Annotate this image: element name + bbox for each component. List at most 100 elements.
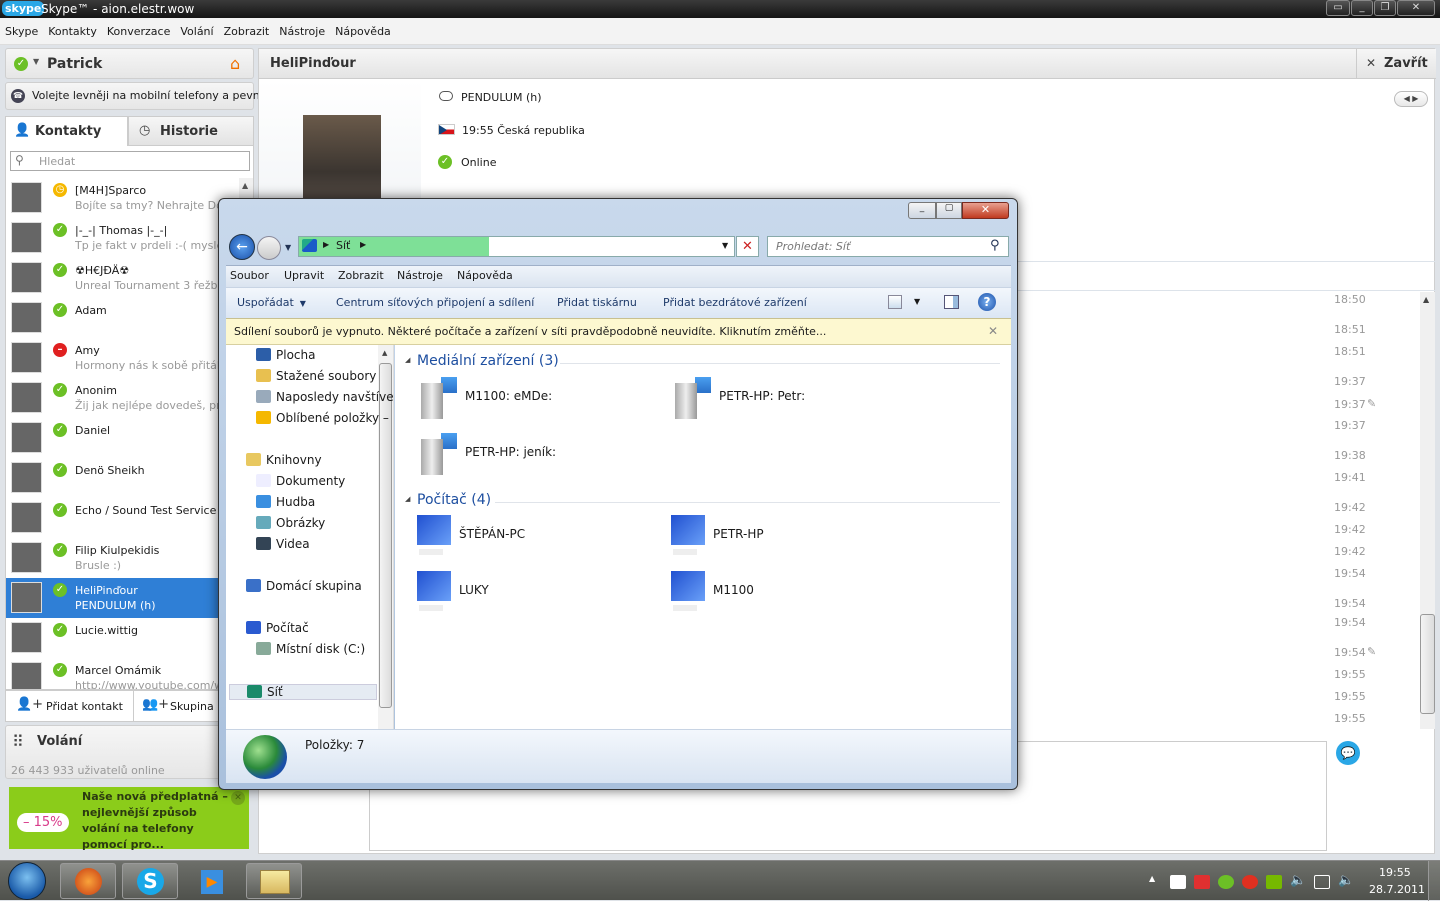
toolbar-button-3[interactable]: Přidat bezdrátové zařízení xyxy=(663,296,807,309)
maximize-button[interactable]: ❐ xyxy=(1374,0,1396,16)
contact-item[interactable]: ✓ Lucie.wittig xyxy=(6,618,219,658)
media-device-item[interactable]: PETR-HP: Petr: xyxy=(669,375,889,421)
nav-item[interactable]: Oblíbené položky – xyxy=(256,411,389,425)
user-header[interactable]: ✓ ▼ Patrick ⌂ xyxy=(5,48,254,79)
taskbar-firefox[interactable] xyxy=(60,863,116,899)
media-device-item[interactable]: PETR-HP: jeník: xyxy=(415,431,635,477)
menu-2[interactable]: Konverzace xyxy=(102,18,176,45)
contact-item[interactable]: ✓ Daniel xyxy=(6,418,219,458)
nav-item[interactable]: Stažené soubory xyxy=(256,369,376,383)
tray-skype-icon[interactable] xyxy=(1218,875,1234,889)
computer-item[interactable]: LUKY xyxy=(409,569,629,615)
contact-item[interactable]: ✓ Anonim Žij jak nejlépe dovedeš, proto xyxy=(6,378,219,418)
explorer-menu-4[interactable]: Nápověda xyxy=(457,269,513,282)
promo-text[interactable]: Volejte levněji na mobilní telefony a pe… xyxy=(32,89,284,102)
toolbar-button-1[interactable]: Centrum síťových připojení a sdílení xyxy=(336,296,534,309)
tray-volume-icon[interactable]: 🔈 xyxy=(1338,873,1354,888)
scroll-arrows-button[interactable]: ◀ ▶ xyxy=(1394,91,1428,107)
contact-item[interactable]: ✓ ☢H€JÐÄ☢ Unreal Tournament 3 řežba ja xyxy=(6,258,219,298)
tab-history[interactable]: ◷ Historie xyxy=(128,116,254,146)
nav-item[interactable]: Knihovny xyxy=(246,453,322,467)
contact-item[interactable]: ✓ Echo / Sound Test Service xyxy=(6,498,219,538)
send-icon[interactable]: 💬 xyxy=(1336,741,1360,765)
nav-item[interactable]: Počítač xyxy=(246,621,309,635)
tray-network-icon[interactable] xyxy=(1314,875,1330,889)
home-icon[interactable]: ⌂ xyxy=(230,54,240,73)
nav-item[interactable]: Plocha xyxy=(256,348,315,362)
status-online-icon[interactable]: ✓ xyxy=(14,57,28,71)
minimize-button[interactable]: _ xyxy=(1351,0,1373,16)
info-bar-text[interactable]: Sdílení souborů je vypnuto. Některé počí… xyxy=(234,325,826,338)
menu-1[interactable]: Kontakty xyxy=(43,18,102,45)
view-options-icon[interactable] xyxy=(888,295,902,309)
contact-item[interactable]: ✓ Denö Sheikh xyxy=(6,458,219,498)
explorer-menu-2[interactable]: Zobrazit xyxy=(338,269,384,282)
maximize-button[interactable]: ▢ xyxy=(936,202,962,219)
breadcrumb-network[interactable]: Síť xyxy=(336,239,350,252)
tray-nvidia-icon[interactable] xyxy=(1266,875,1282,889)
address-bar[interactable]: ▶ Síť ▶ ▼ xyxy=(298,236,735,257)
close-button[interactable]: ✕ xyxy=(962,202,1009,219)
nav-item[interactable]: Dokumenty xyxy=(256,474,345,488)
nav-item[interactable]: Videa xyxy=(256,537,310,551)
computer-item[interactable]: M1100 xyxy=(663,569,883,615)
menu-3[interactable]: Volání xyxy=(175,18,218,45)
back-button[interactable]: ← xyxy=(229,234,255,260)
toolbar-button-0[interactable]: Uspořádat ▼ xyxy=(237,296,306,309)
chevron-right-icon[interactable]: ▶ xyxy=(360,240,366,249)
close-ad-icon[interactable]: ✕ xyxy=(231,791,245,805)
group-header[interactable]: Mediální zařízení (3) xyxy=(417,353,559,369)
explorer-menu-0[interactable]: Soubor xyxy=(230,269,269,282)
close-info-bar-icon[interactable]: ✕ xyxy=(988,324,998,338)
contact-item[interactable]: ✓ |-_-| Thomas |-_-| Tp je fakt v prdeli :… xyxy=(6,218,219,258)
forward-button[interactable] xyxy=(257,236,281,260)
stop-button[interactable]: ✕ xyxy=(736,236,759,257)
tab-contacts[interactable]: 👤 Kontakty xyxy=(5,116,128,146)
taskbar-skype[interactable]: S xyxy=(122,863,178,899)
collapse-group-icon[interactable]: ◢ xyxy=(405,356,410,364)
add-contact-button[interactable]: 👤+ Přidat kontakt xyxy=(6,691,134,721)
start-button[interactable] xyxy=(8,862,46,900)
clock-time[interactable]: 19:55 xyxy=(1379,866,1411,879)
show-desktop-button[interactable] xyxy=(1428,861,1440,901)
menu-5[interactable]: Nástroje xyxy=(274,18,330,45)
toolbar-button-2[interactable]: Přidat tiskárnu xyxy=(557,296,637,309)
media-device-item[interactable]: M1100: eMDe: xyxy=(415,375,635,421)
minimize-button[interactable]: _ xyxy=(908,202,936,219)
history-dropdown-icon[interactable]: ▼ xyxy=(285,243,291,252)
preview-pane-icon[interactable] xyxy=(944,295,959,309)
tray-app-icon[interactable] xyxy=(1242,875,1258,889)
clock-date[interactable]: 28.7.2011 xyxy=(1369,883,1425,896)
user-name[interactable]: Patrick xyxy=(47,56,102,72)
tray-antivirus-icon[interactable] xyxy=(1194,875,1210,889)
menu-4[interactable]: Zobrazit xyxy=(219,18,275,45)
collapse-group-icon[interactable]: ◢ xyxy=(405,495,410,503)
search-input[interactable]: ⚲ Hledat xyxy=(10,151,250,171)
close-chat-button[interactable]: ✕ Zavřít xyxy=(1356,49,1436,79)
calls-section[interactable]: ⠿ Volání 26 443 933 uživatelů online xyxy=(5,725,254,779)
group-header[interactable]: Počítač (4) xyxy=(417,492,491,508)
nav-item[interactable]: Naposledy navštíve xyxy=(256,390,393,404)
address-dropdown-icon[interactable]: ▼ xyxy=(722,241,728,250)
view-dropdown-icon[interactable]: ▼ xyxy=(914,297,920,306)
contact-item[interactable]: ✓ HeliPinďour PENDULUM (h) xyxy=(6,578,219,618)
taskbar-explorer[interactable] xyxy=(246,863,302,899)
ad-banner[interactable]: – 15% Naše nová předplatná – nejlevnější… xyxy=(9,787,249,851)
tray-speaker-icon[interactable]: 🔈 xyxy=(1290,873,1306,888)
show-hidden-icons[interactable]: ▲ xyxy=(1149,874,1155,883)
explorer-menu-1[interactable]: Upravit xyxy=(284,269,324,282)
contact-item[interactable]: ✓ Adam xyxy=(6,298,219,338)
compact-view-button[interactable]: ▭ xyxy=(1326,0,1350,16)
help-icon[interactable]: ? xyxy=(978,293,996,311)
menu-6[interactable]: Nápověda xyxy=(330,18,396,45)
promo-row[interactable]: ☎ Volejte levněji na mobilní telefony a … xyxy=(5,82,284,110)
taskbar-media-player[interactable]: ▶ xyxy=(184,863,240,899)
nav-item[interactable]: Obrázky xyxy=(256,516,325,530)
computer-item[interactable]: PETR-HP xyxy=(663,513,883,559)
close-window-button[interactable]: ✕ xyxy=(1397,0,1435,16)
computer-item[interactable]: ŠTĚPÁN-PC xyxy=(409,513,629,559)
nav-item[interactable]: Hudba xyxy=(256,495,315,509)
scrollbar-thumb[interactable] xyxy=(1420,614,1435,714)
search-input[interactable]: Prohledat: Síť ⚲ xyxy=(767,236,1009,257)
nav-item[interactable]: Síť xyxy=(229,684,377,700)
